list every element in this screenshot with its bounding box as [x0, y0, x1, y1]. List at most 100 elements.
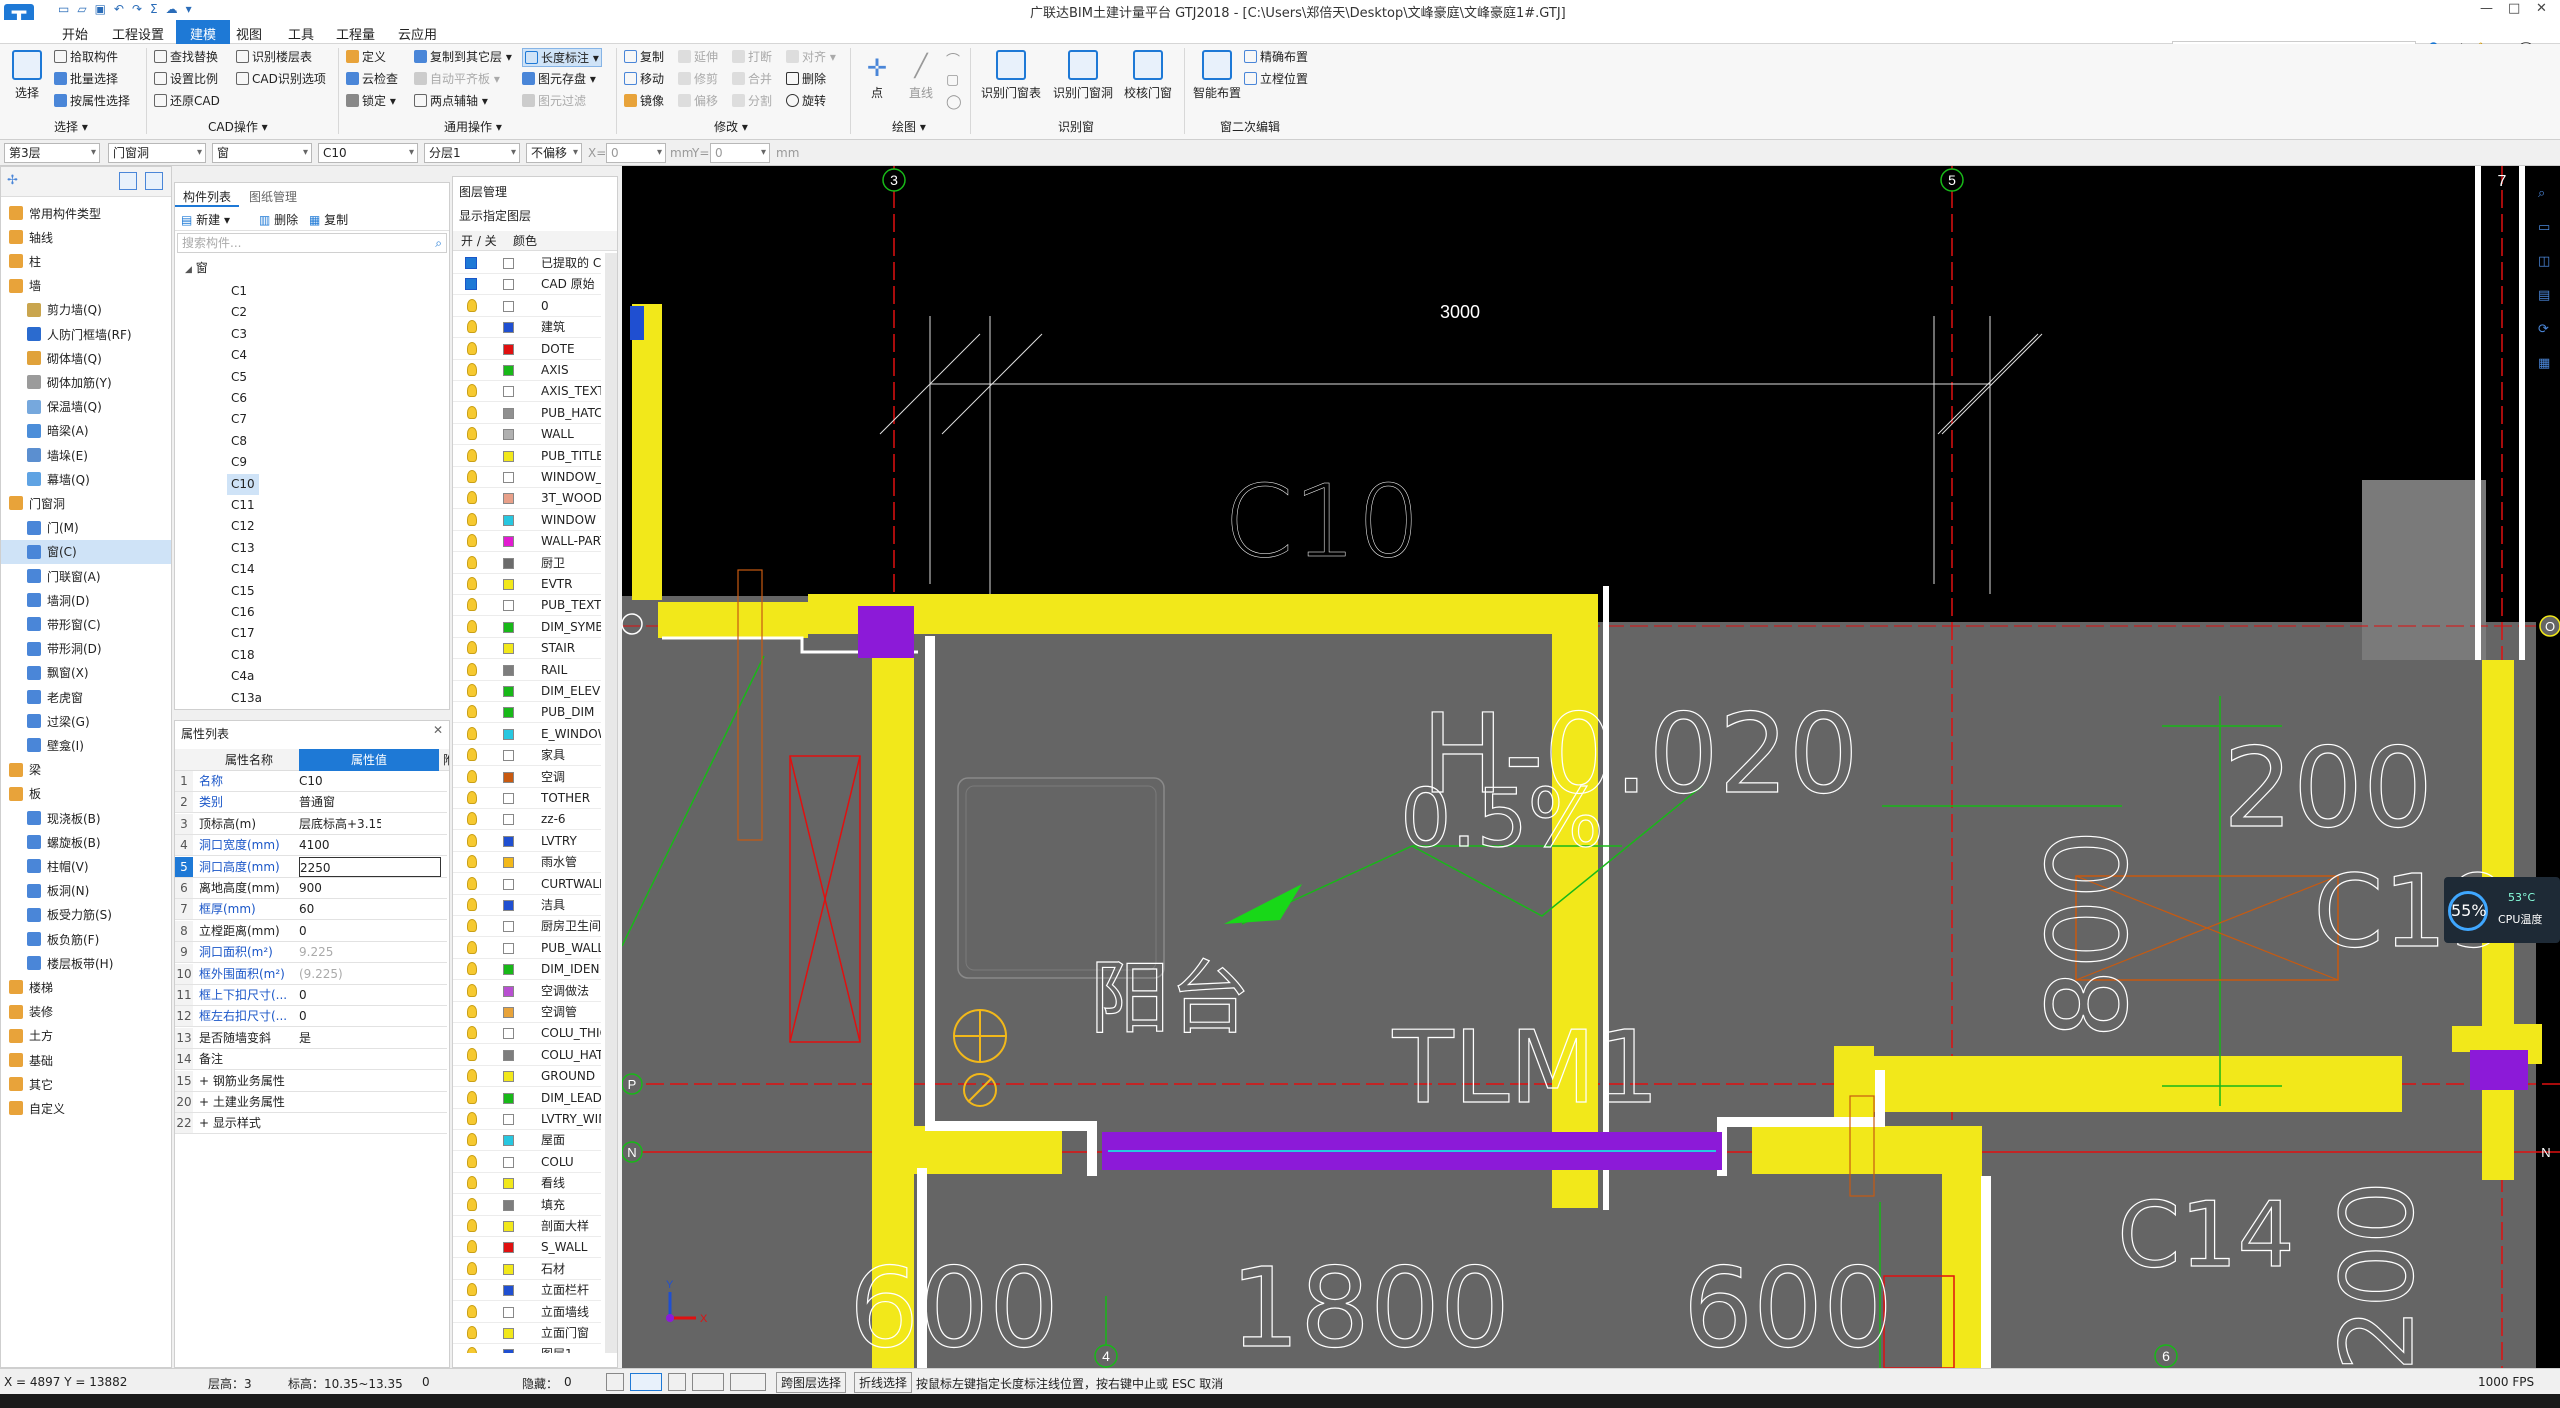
layer-checkbox[interactable]: [465, 257, 477, 269]
layer-visibility-icon[interactable]: [467, 619, 477, 633]
define-button[interactable]: 定义: [346, 48, 386, 65]
layer-visibility-icon[interactable]: [467, 919, 477, 933]
layer-row[interactable]: WINDOW: [453, 510, 601, 531]
component-item[interactable]: C17: [227, 623, 259, 644]
menu-start[interactable]: 开始: [52, 23, 98, 44]
component-item[interactable]: C9: [227, 452, 251, 473]
property-value[interactable]: 0: [299, 1006, 381, 1026]
split-button[interactable]: 分割: [732, 92, 772, 109]
layer-row[interactable]: COLU_HATCH: [453, 1045, 601, 1066]
x-input[interactable]: 0: [606, 143, 666, 163]
element-filter-button[interactable]: 图元过滤: [522, 92, 586, 109]
component-item[interactable]: C7: [227, 409, 251, 430]
tree-item[interactable]: 楼层板带(H): [1, 951, 171, 975]
display-settings-icon[interactable]: ▦: [2538, 356, 2550, 371]
layer-visibility-icon[interactable]: [467, 1261, 477, 1275]
tree-item[interactable]: 楼梯: [1, 975, 171, 999]
layer-row[interactable]: 图层1: [453, 1344, 601, 1353]
property-row[interactable]: 11 框上下扣尺寸(... 0: [175, 985, 447, 1006]
layer-visibility-icon[interactable]: [467, 320, 477, 334]
layer-row[interactable]: STAIR: [453, 638, 601, 660]
layer-color-swatch[interactable]: [503, 1349, 514, 1353]
property-value[interactable]: 普通窗: [299, 792, 381, 812]
maximize-button[interactable]: □: [2508, 1, 2520, 16]
layer-color-swatch[interactable]: [503, 300, 514, 312]
layer-color-swatch[interactable]: [503, 771, 514, 783]
layer-color-swatch[interactable]: [503, 322, 514, 334]
layer-row[interactable]: RAIL: [453, 660, 601, 681]
layer-color-swatch[interactable]: [503, 1135, 514, 1147]
layer-visibility-icon[interactable]: [467, 1219, 477, 1232]
property-row[interactable]: 9 洞口面积(m²) 9.225: [175, 942, 447, 964]
component-item[interactable]: C6: [227, 388, 251, 409]
delete-button[interactable]: 删除: [786, 70, 826, 87]
component-select[interactable]: C10: [318, 143, 418, 163]
group-general-label[interactable]: 通用操作 ▾: [444, 118, 502, 135]
layer-visibility-icon[interactable]: [467, 983, 477, 997]
layer-color-swatch[interactable]: [503, 814, 514, 826]
layer-color-swatch[interactable]: [503, 1199, 514, 1211]
cad-options-button[interactable]: CAD识别选项: [236, 70, 326, 87]
layer-row[interactable]: 剖面大样: [453, 1216, 601, 1237]
view-3d-icon[interactable]: ◫: [2538, 254, 2550, 269]
auto-align-slab-button[interactable]: 自动平齐板 ▾: [414, 70, 500, 87]
menu-tools[interactable]: 工具: [278, 23, 324, 44]
axis-bubble-6[interactable]: 6: [2154, 1344, 2178, 1368]
tree-item[interactable]: 过梁(G): [1, 709, 171, 733]
wall[interactable]: [658, 602, 808, 638]
cad-drawing[interactable]: 3000 C10 H-0.020 0.5% 阳台 TLM1 200 800 C1…: [622, 166, 2560, 1368]
identify-window-table-button[interactable]: 识别门窗表: [978, 50, 1044, 101]
layer-color-swatch[interactable]: [503, 557, 514, 569]
tree-item[interactable]: 常用构件类型: [1, 201, 171, 225]
layer-color-swatch[interactable]: [503, 600, 514, 612]
property-row[interactable]: 20 + 土建业务属性: [175, 1092, 447, 1113]
tree-item[interactable]: 人防门框墙(RF): [1, 322, 171, 346]
layer-color-swatch[interactable]: [503, 1049, 514, 1061]
layer-visibility-icon[interactable]: [467, 898, 477, 911]
property-row[interactable]: 2 类别 普通窗: [175, 792, 447, 814]
layer-row[interactable]: 立面栏杆: [453, 1280, 601, 1302]
wall[interactable]: [1942, 1126, 1982, 1368]
property-value[interactable]: 0: [299, 921, 381, 941]
component-item[interactable]: C13a: [227, 688, 266, 709]
batch-select-button[interactable]: 批量选择: [54, 70, 118, 87]
layer-row[interactable]: 空调: [453, 767, 601, 788]
component-item[interactable]: C3: [227, 324, 251, 345]
layer-scrollbar[interactable]: [605, 253, 617, 1353]
menu-view[interactable]: 视图: [226, 23, 272, 44]
layer-color-swatch[interactable]: [503, 407, 514, 419]
axis-bubble-4[interactable]: 4: [1094, 1344, 1118, 1368]
component-item[interactable]: C4a: [227, 666, 258, 687]
component-item[interactable]: C1: [227, 281, 251, 302]
tree-item[interactable]: 门联窗(A): [1, 564, 171, 588]
layer-row[interactable]: 空调做法: [453, 981, 601, 1002]
select-button[interactable]: 选择: [8, 50, 46, 101]
tree-item[interactable]: 幕墙(Q): [1, 467, 171, 491]
menu-project-settings[interactable]: 工程设置: [102, 23, 174, 44]
layer-row[interactable]: 看线: [453, 1173, 601, 1195]
copy-button[interactable]: 复制: [624, 48, 664, 65]
layer-row[interactable]: CAD 原始: [453, 274, 601, 296]
move-button[interactable]: 移动: [624, 70, 664, 87]
layer-color-swatch[interactable]: [503, 579, 514, 590]
tree-item[interactable]: 基础: [1, 1048, 171, 1072]
new-file-icon[interactable]: ▭: [58, 2, 69, 16]
layer-visibility-icon[interactable]: [467, 1069, 477, 1083]
component-item[interactable]: C13: [227, 538, 259, 559]
property-row[interactable]: 1 名称 C10: [175, 771, 447, 792]
layer-visibility-icon[interactable]: [467, 1005, 477, 1018]
group-modify-label[interactable]: 修改 ▾: [714, 118, 748, 135]
property-value[interactable]: C10: [299, 771, 381, 791]
layer-row[interactable]: DIM_ELEV: [453, 681, 601, 702]
component-item[interactable]: C10: [227, 473, 259, 495]
open-file-icon[interactable]: ▱: [77, 2, 86, 16]
property-row[interactable]: 14 备注: [175, 1049, 447, 1071]
tree-item[interactable]: 自定义: [1, 1096, 171, 1120]
cloud-icon[interactable]: ☁: [166, 2, 178, 16]
layer-visibility-icon[interactable]: [467, 405, 477, 419]
layer-visibility-icon[interactable]: [467, 1112, 477, 1125]
tree-item[interactable]: 轴线: [1, 225, 171, 249]
group-select-label[interactable]: 选择 ▾: [54, 118, 88, 135]
layer-color-swatch[interactable]: [503, 258, 514, 269]
layer-row[interactable]: 空调管: [453, 1002, 601, 1023]
